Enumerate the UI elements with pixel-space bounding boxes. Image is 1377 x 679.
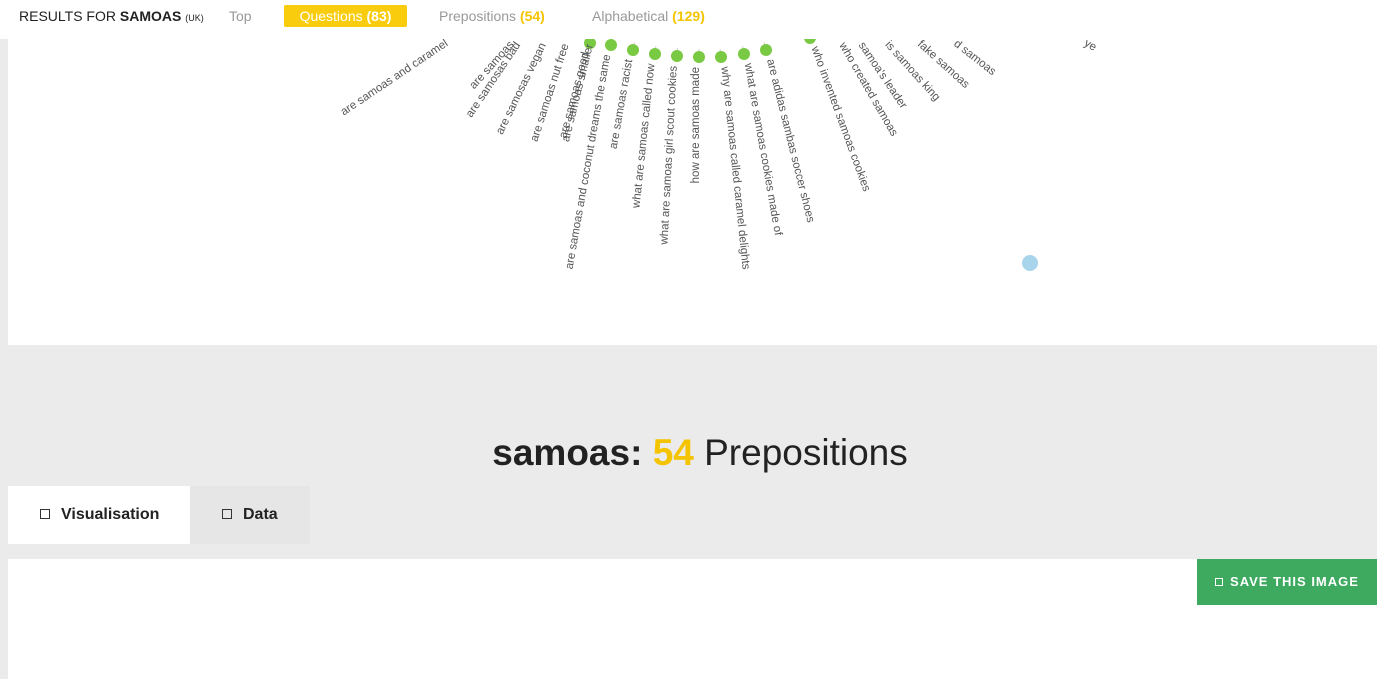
- tab-alphabetical-label: Alphabetical: [592, 8, 669, 24]
- tab-prepositions-count: (54): [519, 8, 545, 24]
- question-label[interactable]: what are samoas called now: [630, 62, 657, 209]
- tab-questions-label: Questions: [299, 8, 363, 24]
- top-nav-bar: RESULTS FOR SAMOAS (UK) Top Questions (8…: [0, 0, 1377, 39]
- save-image-label: SAVE THIS IMAGE: [1230, 574, 1359, 589]
- tab-questions-count: (83): [366, 8, 392, 24]
- section-label: Prepositions: [704, 432, 908, 473]
- question-node[interactable]: [649, 48, 661, 60]
- tab-data[interactable]: Data: [190, 486, 310, 544]
- root-node[interactable]: [1022, 255, 1038, 271]
- tab-alphabetical-count: (129): [672, 8, 705, 24]
- question-node[interactable]: [671, 50, 683, 62]
- results-heading: RESULTS FOR SAMOAS (UK): [19, 8, 204, 24]
- region-label: (UK): [185, 13, 204, 23]
- tab-questions[interactable]: Questions (83): [284, 5, 407, 27]
- question-node[interactable]: [693, 51, 705, 63]
- results-prefix: RESULTS FOR: [19, 8, 116, 24]
- question-node[interactable]: [804, 39, 816, 44]
- square-icon: [222, 509, 232, 519]
- question-label[interactable]: why are samoas called caramel delights: [718, 65, 751, 270]
- question-label[interactable]: are samoas racist: [608, 58, 636, 150]
- square-icon: [40, 509, 50, 519]
- radial-wheel: are samoas and caramel are samoasare samo…: [339, 39, 1099, 271]
- tab-prepositions-label: Prepositions: [439, 8, 517, 24]
- tab-visualisation-label: Visualisation: [61, 506, 160, 523]
- tab-alphabetical[interactable]: Alphabetical (129): [592, 5, 705, 27]
- section-title: samoas: 54 Prepositions: [0, 432, 1377, 474]
- question-node[interactable]: [715, 51, 727, 63]
- question-node[interactable]: [738, 48, 750, 60]
- tab-visualisation[interactable]: Visualisation: [8, 486, 190, 544]
- question-node[interactable]: [760, 44, 772, 56]
- question-label[interactable]: how are samoas made: [690, 67, 702, 183]
- question-label[interactable]: ye: [1082, 39, 1099, 54]
- tab-top-label: Top: [229, 8, 252, 24]
- prepositions-visualisation: [8, 559, 1377, 679]
- questions-visualisation: are samoas and caramel are samoas are samo…: [8, 39, 1377, 345]
- tab-top[interactable]: Top: [229, 5, 252, 27]
- section-count: 54: [652, 432, 694, 473]
- question-node[interactable]: [605, 39, 617, 51]
- section-keyword: samoas:: [492, 432, 643, 473]
- save-image-button[interactable]: SAVE THIS IMAGE: [1197, 559, 1377, 605]
- question-node[interactable]: [627, 44, 639, 56]
- question-label[interactable]: what are samoas girl scout cookies: [658, 65, 679, 246]
- question-label[interactable]: are samoas and caramel: [339, 39, 451, 118]
- square-icon: [1215, 578, 1224, 586]
- tab-prepositions[interactable]: Prepositions (54): [439, 5, 545, 27]
- search-keyword: SAMOAS: [119, 8, 182, 24]
- tab-data-label: Data: [243, 506, 278, 523]
